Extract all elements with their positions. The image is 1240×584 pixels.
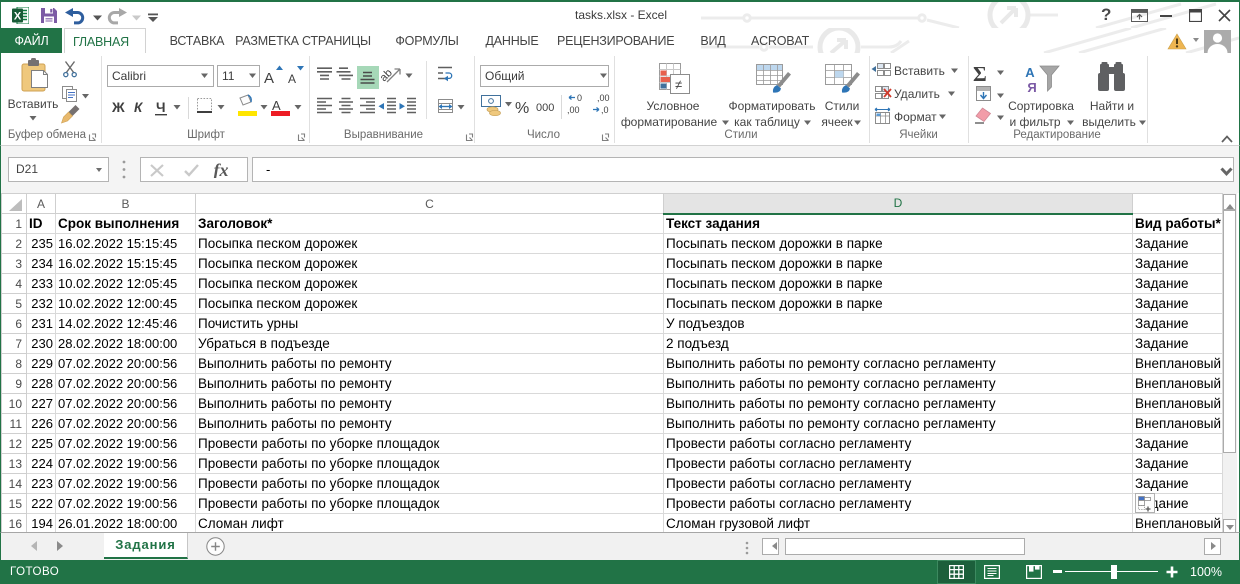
svg-text:Общий: Общий bbox=[485, 69, 525, 83]
svg-text:000: 000 bbox=[536, 102, 554, 114]
svg-text:Ж: Ж bbox=[111, 99, 125, 115]
svg-text:выделить: выделить bbox=[1082, 115, 1136, 129]
svg-text:%: % bbox=[515, 100, 529, 117]
svg-text:≠: ≠ bbox=[675, 77, 682, 92]
svg-text:Форматировать: Форматировать bbox=[728, 99, 815, 113]
svg-text:Найти и: Найти и bbox=[1090, 99, 1134, 113]
svg-text:А: А bbox=[272, 98, 281, 113]
svg-text:как таблицу: как таблицу bbox=[734, 115, 800, 129]
svg-text:X: X bbox=[14, 11, 22, 23]
svg-text:Удалить: Удалить bbox=[894, 87, 940, 101]
svg-text:Ч: Ч bbox=[156, 100, 166, 115]
svg-text:Формат: Формат bbox=[894, 110, 937, 124]
svg-text:ab: ab bbox=[378, 67, 395, 84]
svg-text:Я: Я bbox=[1027, 80, 1036, 95]
svg-text:А: А bbox=[264, 70, 274, 87]
svg-text:и фильтр: и фильтр bbox=[1009, 115, 1060, 129]
svg-text:К: К bbox=[134, 100, 144, 115]
svg-text:Стили: Стили bbox=[825, 99, 860, 113]
svg-text:Сортировка: Сортировка bbox=[1008, 99, 1074, 113]
svg-text:,0: ,0 bbox=[601, 105, 609, 115]
svg-text:А: А bbox=[288, 72, 296, 86]
svg-text:0: 0 bbox=[577, 93, 582, 103]
svg-text:А: А bbox=[1025, 65, 1035, 80]
svg-text:Σ: Σ bbox=[973, 62, 987, 86]
svg-text:fx: fx bbox=[214, 162, 229, 178]
svg-text:,00: ,00 bbox=[567, 105, 580, 115]
svg-text:форматирование: форматирование bbox=[621, 115, 718, 129]
svg-text:Вставить: Вставить bbox=[894, 64, 945, 78]
svg-text:,00: ,00 bbox=[597, 93, 610, 103]
svg-text:Calibri: Calibri bbox=[112, 69, 146, 83]
svg-text:Условное: Условное bbox=[647, 99, 700, 113]
svg-text:11: 11 bbox=[222, 69, 235, 83]
svg-text:Вставить: Вставить bbox=[8, 97, 59, 111]
svg-text:ячеек: ячеек bbox=[821, 115, 853, 129]
